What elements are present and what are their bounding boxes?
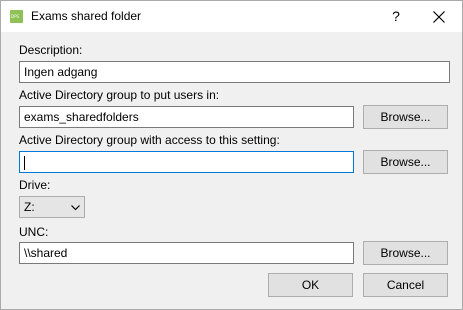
unc-label: UNC: — [19, 225, 49, 239]
chevron-down-icon — [71, 205, 80, 211]
description-label: Description: — [19, 43, 83, 57]
app-icon-text: DPS — [11, 14, 20, 19]
unc-browse-button[interactable]: Browse... — [363, 241, 448, 265]
app-icon: DPS — [10, 10, 23, 23]
dialog-window: DPS Exams shared folder ? Description: I… — [0, 0, 463, 310]
title-bar: DPS Exams shared folder ? — [1, 1, 462, 32]
drive-label: Drive: — [19, 178, 51, 192]
help-icon[interactable]: ? — [373, 1, 419, 32]
drive-select[interactable]: Z: — [19, 196, 85, 218]
ad-group-field[interactable]: exams_sharedfolders — [19, 106, 354, 128]
ad-access-field[interactable] — [19, 151, 354, 173]
text-caret — [24, 155, 25, 170]
ok-button[interactable]: OK — [268, 273, 353, 297]
ad-access-browse-button[interactable]: Browse... — [363, 150, 448, 174]
window-title: Exams shared folder — [31, 9, 142, 23]
unc-field[interactable]: \\shared — [19, 242, 354, 264]
ad-group-browse-button[interactable]: Browse... — [363, 105, 448, 129]
description-field[interactable]: Ingen adgang — [19, 61, 450, 83]
drive-select-value: Z: — [24, 200, 35, 214]
ad-group-label: Active Directory group to put users in: — [19, 88, 220, 102]
ad-access-label: Active Directory group with access to th… — [19, 133, 280, 147]
close-icon[interactable] — [416, 1, 462, 32]
cancel-button[interactable]: Cancel — [363, 273, 448, 297]
